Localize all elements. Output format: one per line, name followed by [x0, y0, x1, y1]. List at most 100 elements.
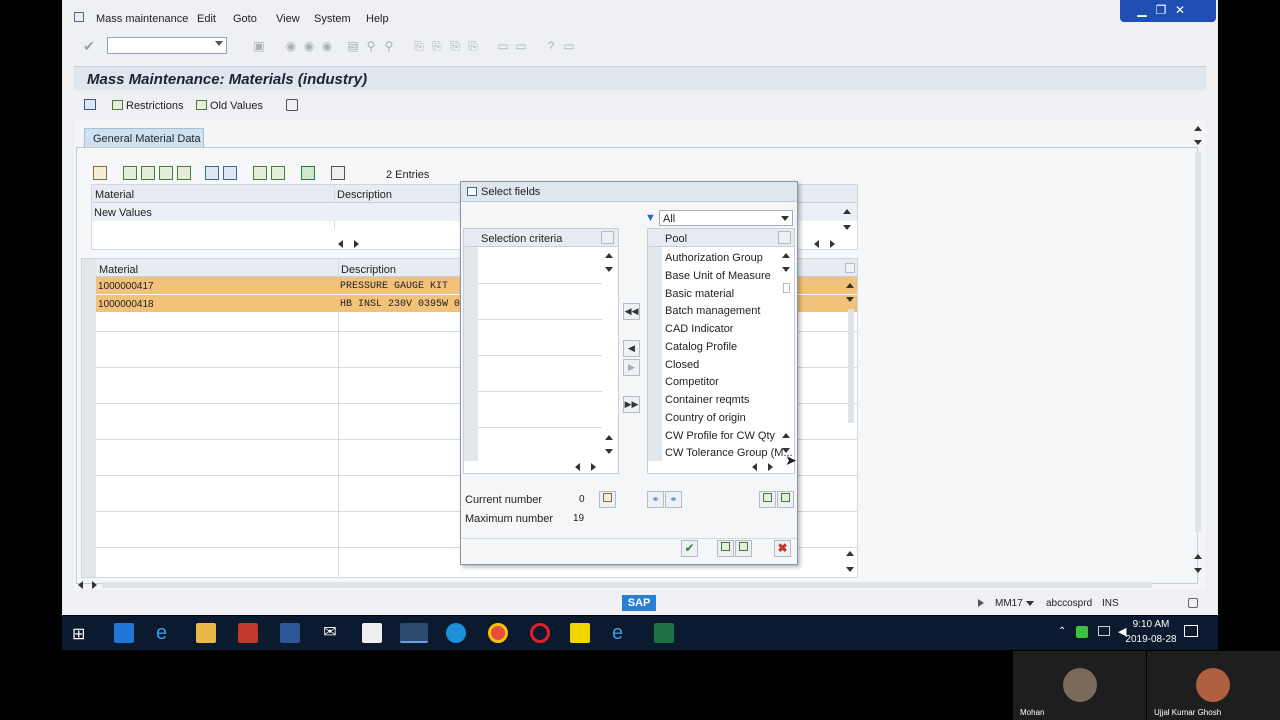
menu-mass-maintenance[interactable]: Mass maintenance [96, 13, 188, 25]
file-explorer-icon[interactable] [196, 623, 216, 643]
new-session-icon[interactable]: ▭ [496, 39, 510, 53]
move-right-button[interactable]: ▶ [623, 359, 640, 376]
row-selector-column[interactable] [464, 247, 478, 461]
clock-time[interactable]: 9:10 AM [1126, 619, 1176, 630]
store-icon[interactable] [114, 623, 134, 643]
execute-icon[interactable] [84, 99, 96, 110]
chevron-down-icon[interactable] [1026, 601, 1034, 606]
scroll-up-icon[interactable] [1194, 126, 1202, 131]
old-values-button[interactable]: Old Values [196, 100, 263, 112]
chrome-icon[interactable] [488, 623, 508, 643]
opera-icon[interactable] [530, 623, 550, 643]
windows-start-icon[interactable]: ⊞ [72, 624, 85, 644]
clock-date[interactable]: 2019-08-28 [1118, 634, 1184, 645]
scroll-track[interactable] [1195, 152, 1201, 532]
enter-icon[interactable]: ✔ [82, 39, 96, 53]
scroll-left-icon[interactable] [575, 463, 580, 471]
select-all-icon[interactable] [123, 166, 137, 180]
select-button[interactable] [599, 491, 616, 508]
sum-icon[interactable] [301, 166, 315, 180]
scroll-thumb[interactable] [783, 283, 790, 293]
material-cell[interactable]: 1000000417 [98, 281, 154, 292]
sticky-notes-icon[interactable] [570, 623, 590, 643]
shortcut-icon[interactable]: ▭ [514, 39, 528, 53]
calendar-icon[interactable] [362, 623, 382, 643]
move-all-right-button[interactable]: ▶▶ [623, 396, 640, 413]
scroll-up-icon[interactable] [782, 433, 790, 438]
tray-app-icon[interactable] [1076, 626, 1088, 638]
column-header-material[interactable]: Material [99, 264, 138, 276]
menu-help[interactable]: Help [366, 13, 389, 25]
scroll-right-icon[interactable] [92, 581, 97, 589]
confirm-button[interactable]: ✔ [681, 540, 698, 557]
sap-menu-icon[interactable] [74, 12, 84, 22]
vertical-scrollbar[interactable] [1192, 124, 1204, 584]
scroll-track[interactable] [848, 309, 854, 423]
scroll-down-icon[interactable] [1194, 568, 1202, 573]
scroll-up-icon[interactable] [605, 435, 613, 440]
column-settings-icon[interactable] [845, 263, 855, 273]
restrictions-button[interactable]: Restrictions [112, 100, 183, 112]
filter-dropdown[interactable]: All [659, 210, 793, 226]
first-page-icon[interactable]: ⎘ [412, 39, 426, 53]
print-preview-icon[interactable] [331, 166, 345, 180]
transaction-code[interactable]: MM17 [995, 598, 1023, 609]
input-mode[interactable]: INS [1102, 598, 1119, 609]
excel-icon[interactable] [654, 623, 674, 643]
row-selector-column[interactable] [648, 247, 662, 461]
sort-descending-icon[interactable] [271, 166, 285, 180]
filter-icon[interactable]: ▼ [645, 212, 656, 224]
pool-list[interactable]: Pool Authorization Group Base Unit of Me… [647, 228, 795, 474]
find-icon[interactable]: ⚲ [364, 39, 378, 53]
command-field[interactable] [107, 37, 227, 54]
scroll-down-icon[interactable] [605, 267, 613, 272]
scroll-right-icon[interactable] [354, 240, 359, 248]
find-button[interactable]: ⚭ [647, 491, 664, 508]
sap-logon-icon[interactable] [400, 623, 428, 643]
column-header-description[interactable]: Description [341, 264, 396, 276]
scroll-down-icon[interactable] [843, 225, 851, 230]
previous-page-icon[interactable]: ⎘ [430, 39, 444, 53]
details-icon[interactable] [93, 166, 107, 180]
layout-menu-icon[interactable]: ▭ [562, 39, 576, 53]
scroll-up-icon[interactable] [846, 551, 854, 556]
row-selector-column[interactable] [82, 259, 96, 577]
undo-icon[interactable] [223, 166, 237, 180]
tab-general-material-data[interactable]: General Material Data [84, 128, 204, 148]
column-settings-icon[interactable] [601, 231, 614, 244]
copy-button[interactable] [717, 540, 734, 557]
scroll-down-icon[interactable] [605, 449, 613, 454]
scroll-down-icon[interactable] [846, 567, 854, 572]
mail-icon[interactable]: ✉ [320, 623, 340, 643]
save-icon[interactable]: ▣ [252, 39, 266, 53]
scroll-right-icon[interactable] [768, 463, 773, 471]
scroll-up-icon[interactable] [846, 283, 854, 288]
move-left-button[interactable]: ◀ [623, 340, 640, 357]
scroll-down-icon[interactable] [1194, 140, 1202, 145]
scroll-right-icon[interactable] [591, 463, 596, 471]
sort-descending-button[interactable] [777, 491, 794, 508]
menu-edit[interactable]: Edit [197, 13, 216, 25]
deselect-all-icon[interactable] [141, 166, 155, 180]
help-icon[interactable]: ? [544, 39, 558, 53]
expand-status-icon[interactable] [978, 599, 984, 607]
chevron-down-icon[interactable] [215, 41, 223, 46]
print-icon[interactable]: ▤ [346, 39, 360, 53]
refresh-icon[interactable] [286, 99, 298, 111]
scroll-up-icon[interactable] [605, 253, 613, 258]
paste-button[interactable] [735, 540, 752, 557]
scroll-down-icon[interactable] [782, 267, 790, 272]
chevron-up-icon[interactable]: ⌃ [1058, 626, 1066, 637]
notifications-icon[interactable] [1184, 625, 1198, 637]
cancel-icon[interactable]: ◉ [320, 39, 334, 53]
scroll-down-icon[interactable] [846, 297, 854, 302]
selection-criteria-list[interactable]: Selection criteria [463, 228, 619, 474]
copy-icon[interactable] [177, 166, 191, 180]
back-icon[interactable]: ◉ [284, 39, 298, 53]
sort-ascending-button[interactable] [759, 491, 776, 508]
scroll-left-icon[interactable] [752, 463, 757, 471]
exit-icon[interactable]: ◉ [302, 39, 316, 53]
scroll-track[interactable] [102, 582, 1152, 588]
find-next-icon[interactable]: ⚲ [382, 39, 396, 53]
column-settings-icon[interactable] [778, 231, 791, 244]
